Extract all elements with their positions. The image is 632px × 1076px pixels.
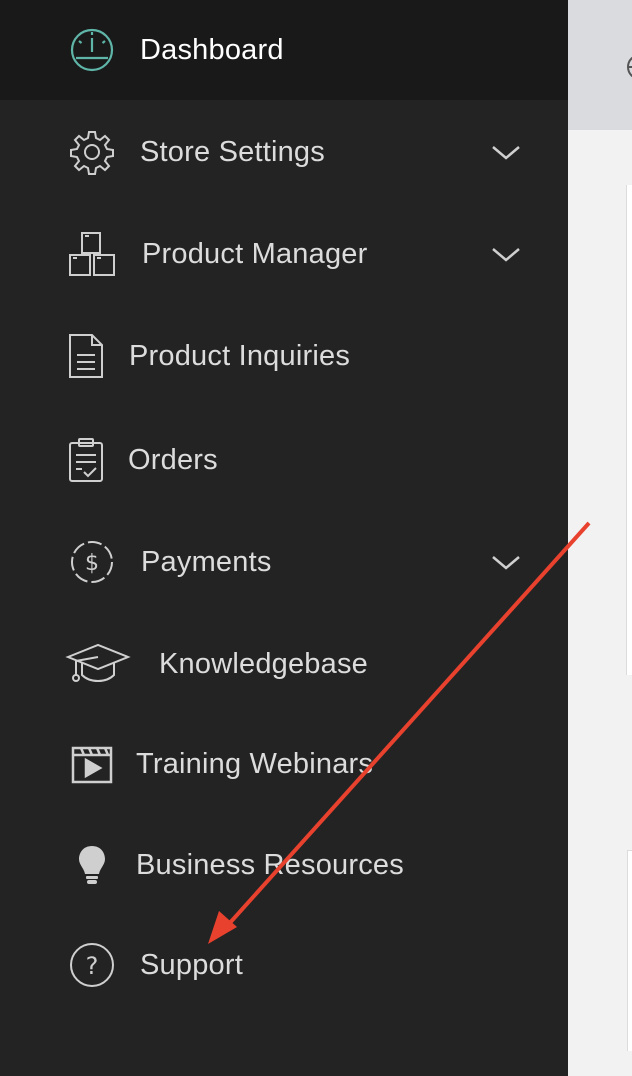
boxes-icon [64, 204, 120, 304]
sidebar-nav: Dashboard Store Settings Product Manager [0, 0, 568, 1076]
content-table [627, 850, 632, 1051]
sidebar-item-payments[interactable]: $ Payments [0, 512, 568, 612]
chevron-down-icon[interactable] [490, 242, 522, 266]
svg-text:?: ? [86, 952, 99, 980]
sidebar-item-dashboard[interactable]: Dashboard [0, 0, 568, 100]
clipboard-icon [58, 410, 114, 510]
sidebar-item-label: Support [140, 949, 243, 981]
top-bar [568, 0, 632, 130]
lightbulb-icon [64, 815, 120, 915]
sidebar-item-label: Orders [128, 444, 218, 476]
sidebar-item-label: Product Manager [142, 238, 368, 270]
sidebar-item-label: Payments [141, 546, 272, 578]
sidebar-item-knowledgebase[interactable]: Knowledgebase [0, 614, 568, 714]
globe-icon[interactable] [626, 52, 632, 82]
svg-text:$: $ [85, 551, 99, 576]
sidebar-item-support[interactable]: ? Support [0, 915, 568, 1015]
content-panel [626, 185, 632, 675]
sidebar-item-label: Training Webinars [136, 748, 374, 780]
sidebar-item-label: Dashboard [140, 34, 284, 66]
sidebar-item-orders[interactable]: Orders [0, 410, 568, 510]
sidebar-item-training-webinars[interactable]: Training Webinars [0, 714, 568, 814]
sidebar-item-label: Store Settings [140, 136, 325, 168]
video-clapper-icon [64, 714, 120, 814]
speedometer-icon [64, 0, 120, 100]
gear-icon [64, 102, 120, 202]
question-circle-icon: ? [64, 915, 120, 1015]
sidebar-item-label: Knowledgebase [159, 648, 368, 680]
dollar-circle-icon: $ [64, 512, 120, 612]
sidebar-item-store-settings[interactable]: Store Settings [0, 102, 568, 202]
document-icon [58, 306, 114, 406]
chevron-down-icon[interactable] [490, 550, 522, 574]
chevron-down-icon[interactable] [490, 140, 522, 164]
graduation-cap-icon [65, 614, 131, 714]
sidebar-item-product-manager[interactable]: Product Manager [0, 204, 568, 304]
sidebar-item-label: Business Resources [136, 849, 404, 881]
sidebar-item-business-resources[interactable]: Business Resources [0, 815, 568, 915]
sidebar-item-label: Product Inquiries [129, 340, 351, 372]
sidebar-item-product-inquiries[interactable]: Product Inquiries [0, 306, 568, 406]
